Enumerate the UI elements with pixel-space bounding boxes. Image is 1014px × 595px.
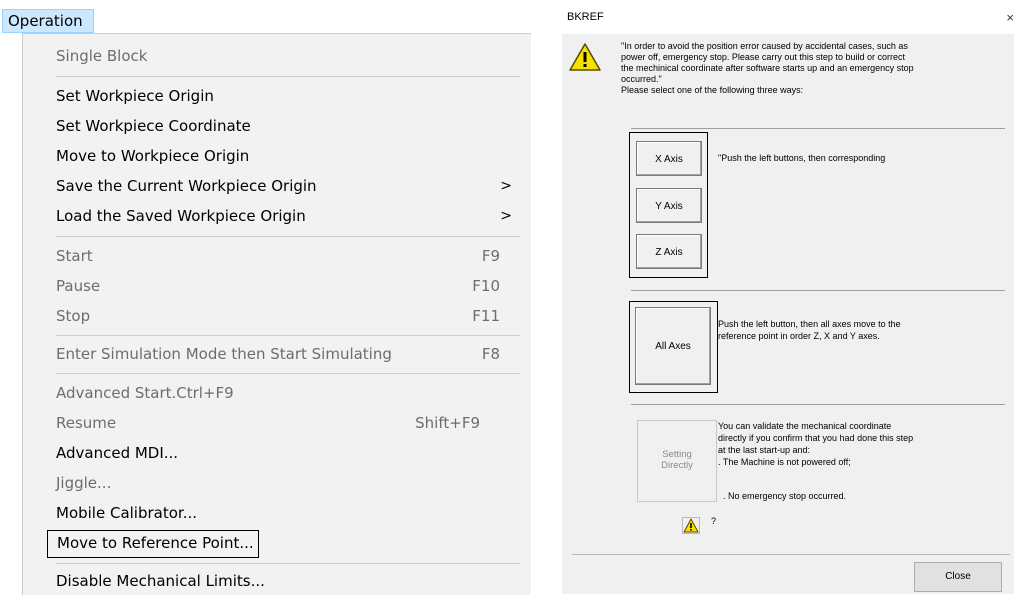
menu-separator (56, 76, 520, 77)
menu-item-label: Disable Mechanical Limits... (56, 572, 265, 590)
setting-directly-button[interactable]: Setting Directly (637, 420, 717, 502)
dialog-titlebar: BKREF × (562, 0, 1014, 34)
intro-line: the mechinical coordinate after software… (621, 63, 914, 73)
menu-item-stop: Stop F11 (56, 302, 516, 330)
warning-icon (569, 43, 601, 71)
setting-text-line: You can validate the mechanical coordina… (718, 421, 892, 431)
submenu-arrow-icon: > (500, 208, 512, 224)
x-axis-button[interactable]: X Axis (636, 141, 702, 176)
intro-line: power off, emergency stop. Please carry … (621, 52, 905, 62)
menu-item-label: Set Workpiece Coordinate (56, 117, 251, 135)
menu-item-label: Set Workpiece Origin (56, 87, 214, 105)
intro-line: Please select one of the following three… (621, 85, 804, 95)
dialog-footer-divider (572, 554, 1010, 555)
warning-small-icon-frame (682, 517, 700, 534)
close-icon[interactable]: × (1006, 10, 1014, 25)
menu-item-move-to-reference-point[interactable]: Move to Reference Point... (47, 530, 259, 558)
setting-text-line: directly if you confirm that you had don… (718, 433, 914, 443)
group-divider (631, 128, 1005, 129)
all-axes-text-line: Push the left button, then all axes move… (718, 319, 901, 329)
menu-separator (56, 335, 520, 336)
question-mark: ? (711, 516, 717, 526)
menu-item-disable-mechanical-limits[interactable]: Disable Mechanical Limits... (56, 567, 516, 595)
menu-item-label: Advanced MDI... (56, 444, 179, 462)
menu-item-enter-simulation-mode: Enter Simulation Mode then Start Simulat… (56, 340, 516, 368)
close-button[interactable]: Close (914, 562, 1002, 592)
all-axes-instructions: Push the left button, then all axes move… (718, 318, 901, 342)
menu-item-label: Save the Current Workpiece Origin (56, 177, 317, 195)
all-axes-button[interactable]: All Axes (635, 307, 711, 385)
menu-item-label: Move to Workpiece Origin (56, 147, 250, 165)
menu-item-jiggle: Jiggle... (56, 469, 516, 497)
menu-item-shortcut: F8 (481, 345, 500, 363)
menu-item-shortcut: F10 (472, 277, 500, 295)
z-axis-button[interactable]: Z Axis (636, 234, 702, 269)
menu-item-label: Enter Simulation Mode then Start Simulat… (56, 345, 392, 363)
menu-area: Operation Single Block Set Workpiece Ori… (0, 0, 531, 595)
group-divider (631, 404, 1005, 405)
menu-item-label: Move to Reference Point... (57, 534, 254, 552)
menu-separator (56, 373, 520, 374)
y-axis-button[interactable]: Y Axis (636, 188, 702, 223)
warning-icon (683, 518, 699, 533)
menu-item-mobile-calibrator[interactable]: Mobile Calibrator... (56, 499, 516, 527)
menu-item-load-saved-workpiece-origin[interactable]: Load the Saved Workpiece Origin > (56, 202, 516, 230)
menu-item-advanced-mdi[interactable]: Advanced MDI... (56, 439, 516, 467)
submenu-arrow-icon: > (500, 178, 512, 194)
dialog-title: BKREF (567, 11, 604, 23)
menu-item-move-to-workpiece-origin[interactable]: Move to Workpiece Origin (56, 142, 516, 170)
menu-item-shortcut: F9 (481, 247, 500, 265)
menu-item-label: Mobile Calibrator... (56, 504, 198, 522)
all-axes-text-line: reference point in order Z, X and Y axes… (718, 331, 880, 341)
menu-item-resume: Resume Shift+F9 (56, 409, 516, 437)
menu-operation[interactable]: Operation (2, 9, 94, 33)
no-emergency-text: . No emergency stop occurred. (723, 491, 847, 501)
intro-text: "In order to avoid the position error ca… (621, 41, 1011, 96)
menu-item-set-workpiece-origin[interactable]: Set Workpiece Origin (56, 82, 516, 110)
menu-item-label: Pause (56, 277, 101, 295)
menu-item-start: Start F9 (56, 242, 516, 270)
bkref-dialog: BKREF × "In order to avoid the position … (562, 0, 1014, 594)
menu-separator (56, 236, 520, 237)
menu-item-single-block: Single Block (56, 42, 516, 70)
menu-separator (56, 563, 520, 564)
menu-item-label: Resume (56, 414, 117, 432)
setting-text-line: . The Machine is not powered off; (718, 457, 851, 467)
menu-item-label: Load the Saved Workpiece Origin (56, 207, 306, 225)
menu-item-pause: Pause F10 (56, 272, 516, 300)
axis-instructions: "Push the left buttons, then correspondi… (718, 153, 886, 163)
menu-item-save-current-workpiece-origin[interactable]: Save the Current Workpiece Origin > (56, 172, 516, 200)
menu-item-shortcut: F11 (472, 307, 500, 325)
setting-directly-text: You can validate the mechanical coordina… (718, 420, 913, 468)
setting-text-line: at the last start-up and: (718, 445, 811, 455)
group-divider (631, 290, 1005, 291)
intro-line: "In order to avoid the position error ca… (621, 41, 908, 51)
intro-line: occurred." (621, 74, 662, 84)
menu-item-label: Jiggle... (56, 474, 112, 492)
menu-item-label: Single Block (56, 47, 148, 65)
menu-item-label: Start (56, 247, 93, 265)
menu-item-advanced-start: Advanced Start.Ctrl+F9 (56, 379, 516, 407)
menu-item-shortcut: Shift+F9 (415, 414, 480, 432)
menu-item-label: Advanced Start.Ctrl+F9 (56, 384, 234, 402)
menu-item-set-workpiece-coordinate[interactable]: Set Workpiece Coordinate (56, 112, 516, 140)
menu-item-label: Stop (56, 307, 91, 325)
setting-button-line: Directly (661, 460, 693, 471)
setting-button-line: Setting (662, 449, 692, 460)
